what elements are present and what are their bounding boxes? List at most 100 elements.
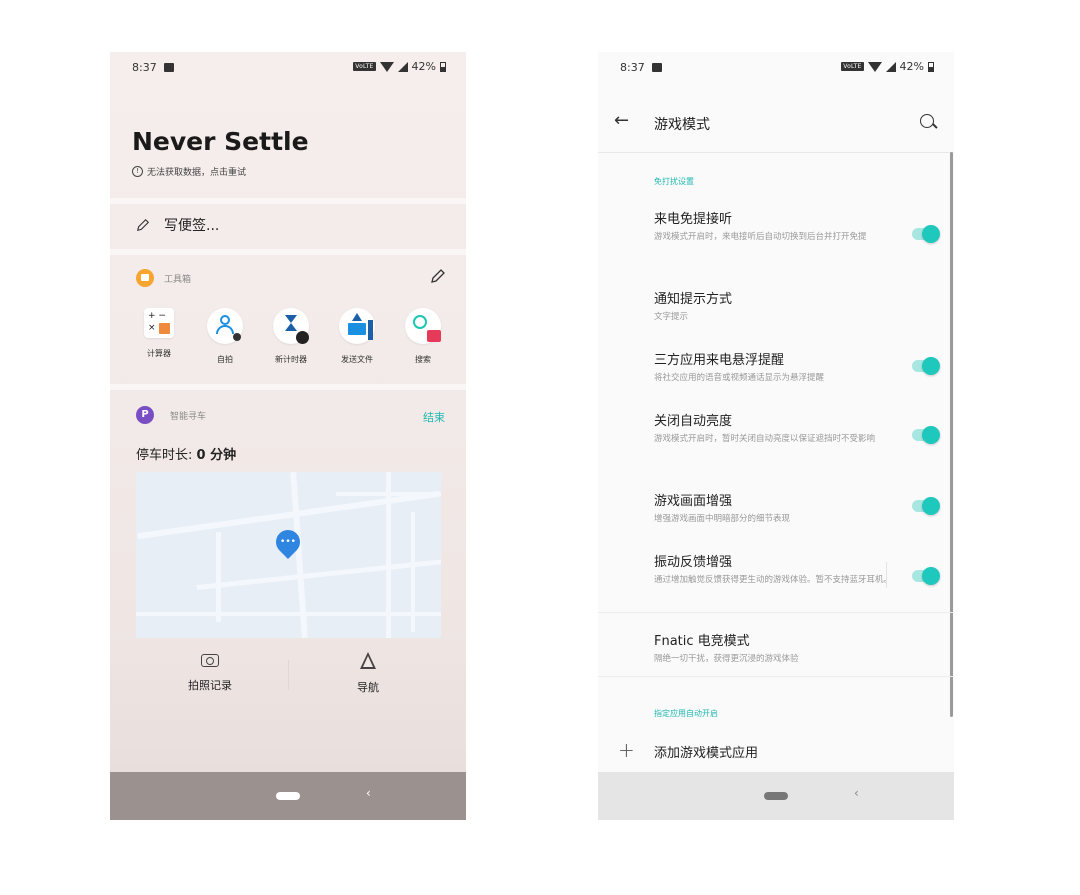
setting-vibration-feedback-enhance[interactable]: 振动反馈增强 通过增加触觉反馈获得更生动的游戏体验。暂不支持蓝牙耳机。 [654,551,894,587]
tool-label: 搜索 [415,355,431,364]
battery-percent: 42% [411,60,436,73]
toggle-call-speaker-answer[interactable] [912,225,940,243]
battery-icon [928,61,934,72]
end-parking-button[interactable]: 结束 [423,409,445,425]
navigate-button[interactable]: 导航 [308,652,428,695]
setting-notification-style[interactable]: 通知提示方式 文字提示 [654,288,894,324]
photo-record-button[interactable]: 拍照记录 [150,652,270,693]
scrollbar[interactable] [950,152,953,717]
pin-dots: ••• [280,537,296,547]
divider [110,384,466,390]
tool-label: 发送文件 [341,355,373,364]
divider [886,562,887,588]
toolbox-header: 工具箱 [136,269,191,287]
navigate-label: 导航 [357,681,379,694]
right-phone-screen: 8:37 VoLTE 42% ← 游戏模式 免打扰设置 来电免提接听 游戏模式开… [598,52,954,820]
parking-map[interactable]: ••• [136,472,441,638]
selfie-icon [207,308,243,344]
cell-signal-icon [885,61,896,72]
status-bar: 8:37 VoLTE 42% [110,52,466,82]
setting-subtitle: 增强游戏画面中明暗部分的细节表现 [654,514,791,524]
toggle-game-graphics-enhance[interactable] [912,497,940,515]
tool-timer[interactable]: 新计时器 [260,308,322,365]
tool-calculator[interactable]: + − × 计算器 [128,308,190,365]
parking-duration: 停车时长: 0 分钟 [136,444,236,463]
volte-icon: VoLTE [841,62,864,71]
setting-title: 三方应用来电悬浮提醒 [654,353,785,368]
setting-third-party-call-float[interactable]: 三方应用来电悬浮提醒 将社交应用的语音或视频通话显示为悬浮提醒 [654,349,894,385]
toolbox-title: 工具箱 [164,274,192,285]
toggle-disable-auto-brightness[interactable] [912,426,940,444]
setting-disable-auto-brightness[interactable]: 关闭自动亮度 游戏模式开启时，暂时关闭自动亮度以保证遮挡时不受影响 [654,410,894,446]
battery-percent: 42% [899,60,924,73]
add-game-app-button[interactable]: 添加游戏模式应用 [654,742,758,761]
back-arrow-icon[interactable]: ← [614,110,629,131]
divider [110,198,466,204]
info-icon: ! [132,166,143,177]
setting-title: Fnatic 电竞模式 [654,634,750,649]
back-chevron-icon[interactable]: ‹ [854,786,859,800]
divider [598,612,954,613]
weather-error-text: 无法获取数据，点击重试 [147,168,247,178]
image-notification-icon [652,63,662,72]
section-header-auto-enable-apps: 指定应用自动开启 [654,709,718,718]
back-chevron-icon[interactable]: ‹ [366,786,371,800]
setting-subtitle: 将社交应用的语音或视频通话显示为悬浮提醒 [654,373,825,383]
toggle-third-party-call-float[interactable] [912,357,940,375]
tool-search[interactable]: 搜索 [392,308,454,365]
image-notification-icon [164,63,174,72]
edit-toolbox-icon[interactable] [430,268,446,284]
send-file-icon [339,308,375,344]
status-time: 8:37 [132,61,157,74]
shelf-title: Never Settle [132,127,309,156]
divider [288,660,289,690]
setting-title: 关闭自动亮度 [654,414,733,429]
toolbox-grid: + − × 计算器 自拍 新计时器 发送文件 搜索 [128,308,454,365]
toggle-vibration-feedback-enhance[interactable] [912,567,940,585]
toolbox-icon [136,269,154,287]
navigation-bar: ‹ [598,772,954,820]
setting-subtitle: 游戏模式开启时，暂时关闭自动亮度以保证遮挡时不受影响 [654,434,876,444]
tool-label: 自拍 [217,355,233,364]
wifi-icon [379,61,394,72]
parking-header: P 智能寻车 [136,406,206,424]
pencil-icon [136,218,150,232]
search-icon [405,308,441,344]
divider [110,249,466,255]
plus-icon[interactable]: + [618,738,635,762]
wifi-icon [867,61,882,72]
setting-title: 游戏画面增强 [654,494,733,509]
setting-call-speaker-answer[interactable]: 来电免提接听 游戏模式开启时，来电接听后自动切换到后台并打开免提 [654,208,894,244]
parking-icon: P [136,406,154,424]
cell-signal-icon [397,61,408,72]
divider [598,676,954,677]
status-bar: 8:37 VoLTE 42% [598,52,954,82]
tool-selfie[interactable]: 自拍 [194,308,256,365]
setting-subtitle: 文字提示 [654,312,689,322]
tool-label: 计算器 [147,349,171,358]
search-icon[interactable] [920,114,934,128]
home-pill-button[interactable] [764,792,788,800]
setting-fnatic-mode[interactable]: Fnatic 电竞模式 隔绝一切干扰，获得更沉浸的游戏体验 [654,630,894,666]
camera-icon [201,654,219,667]
setting-title: 通知提示方式 [654,292,733,307]
page-title: 游戏模式 [654,117,710,133]
setting-game-graphics-enhance[interactable]: 游戏画面增强 增强游戏画面中明暗部分的细节表现 [654,490,894,526]
navigation-bar: ‹ [110,772,466,820]
parking-duration-value: 0 分钟 [196,448,237,463]
tool-label: 新计时器 [275,355,307,364]
photo-record-label: 拍照记录 [188,679,232,692]
left-phone-screen: 8:37 VoLTE 42% Never Settle ! 无法获取数据，点击重… [110,52,466,820]
parking-duration-label: 停车时长: [136,448,197,463]
parking-title: 智能寻车 [170,411,207,422]
setting-title: 振动反馈增强 [654,555,733,570]
navigation-arrow-icon [360,652,376,669]
quick-note-field[interactable]: 写便签... [136,215,219,235]
section-header-do-not-disturb: 免打扰设置 [654,177,694,186]
battery-icon [440,61,446,72]
weather-error[interactable]: ! 无法获取数据，点击重试 [132,165,246,178]
timer-icon [273,308,309,344]
setting-subtitle: 隔绝一切干扰，获得更沉浸的游戏体验 [654,654,799,664]
tool-send-file[interactable]: 发送文件 [326,308,388,365]
home-pill-button[interactable] [276,792,300,800]
